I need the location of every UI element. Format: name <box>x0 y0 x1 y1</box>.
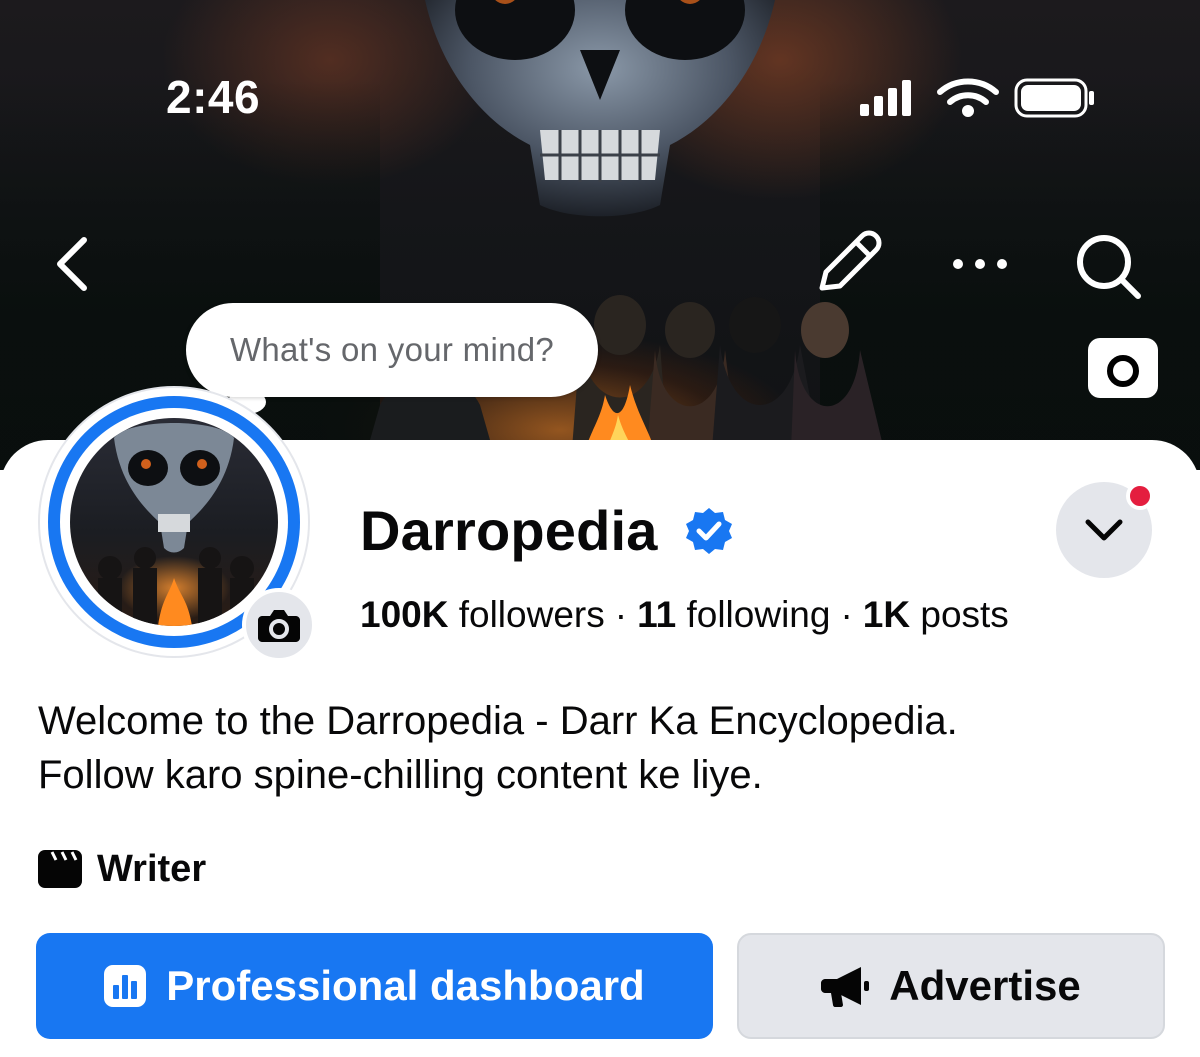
profile-bio: Welcome to the Darropedia - Darr Ka Ency… <box>38 694 1158 802</box>
stats-separator: · <box>840 594 853 635</box>
camera-icon <box>258 610 300 642</box>
posts-stat[interactable]: 1K posts <box>863 594 1009 635</box>
avatar-camera-button[interactable] <box>242 588 316 662</box>
advertise-label: Advertise <box>889 962 1081 1009</box>
notification-dot <box>1126 482 1154 510</box>
professional-dashboard-button[interactable]: Professional dashboard <box>36 933 713 1039</box>
advertise-button[interactable]: Advertise <box>737 933 1165 1039</box>
camera-icon <box>1107 355 1139 387</box>
profile-role: Writer <box>97 848 207 890</box>
clapperboard-icon <box>38 850 82 888</box>
dashboard-label: Professional dashboard <box>166 962 645 1009</box>
megaphone-icon <box>821 967 870 1007</box>
cover-skull-art <box>425 0 775 217</box>
bio-line-2: Follow karo spine-chilling content ke li… <box>38 753 763 797</box>
verified-badge-icon <box>686 508 732 554</box>
profile-stats: 100K followers · 11 following · 1K posts <box>360 594 1009 636</box>
following-stat[interactable]: 11 following <box>637 594 830 635</box>
cover-camera-button[interactable] <box>1088 338 1158 398</box>
signal-icon <box>860 80 911 116</box>
dashboard-icon <box>104 965 147 1007</box>
profile-name: Darropedia <box>360 499 658 562</box>
stats-separator: · <box>614 594 628 635</box>
more-icon[interactable] <box>948 252 1012 276</box>
search-icon[interactable] <box>1072 232 1144 300</box>
followers-stat[interactable]: 100K followers <box>360 594 605 635</box>
edit-icon[interactable] <box>812 228 884 298</box>
status-time: 2:46 <box>166 71 261 123</box>
bio-line-1: Welcome to the Darropedia - Darr Ka Ency… <box>38 699 958 743</box>
whats-on-your-mind-bubble[interactable]: What's on your mind? <box>186 303 598 397</box>
wifi-icon <box>937 78 999 117</box>
back-icon[interactable] <box>52 236 92 292</box>
battery-icon <box>1014 78 1094 118</box>
status-icons <box>860 78 1094 118</box>
